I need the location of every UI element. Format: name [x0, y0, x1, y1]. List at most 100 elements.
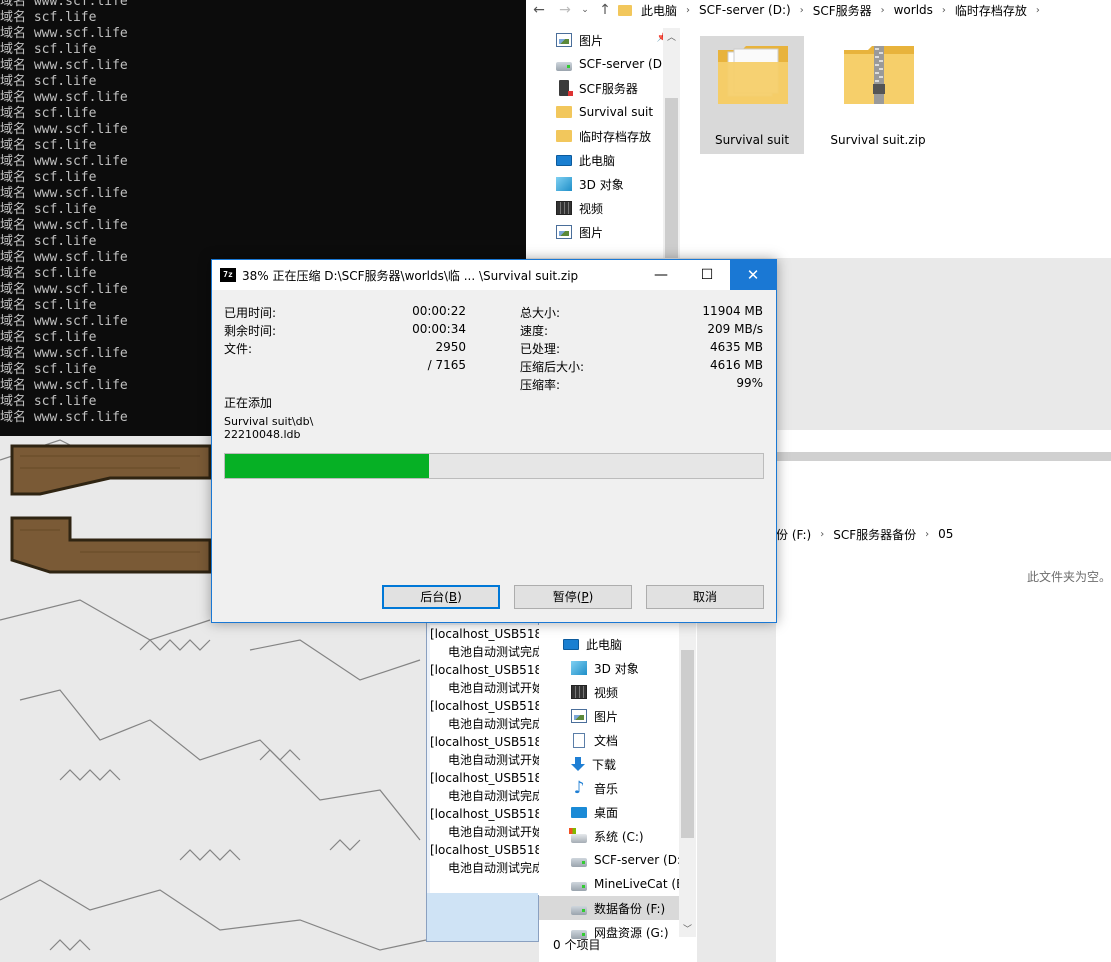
folder-icon — [556, 130, 572, 142]
nav-scrollbar[interactable]: ﹀ — [679, 622, 696, 937]
nav-item[interactable]: MineLiveCat (E — [539, 872, 684, 896]
stat-value: 11904 MB — [702, 304, 763, 318]
recent-locations-icon[interactable]: ⌄ — [578, 5, 592, 15]
console-line: 域名 www.scf.life — [0, 282, 128, 297]
console-line: 域名 www.scf.life — [0, 0, 128, 9]
nav-item[interactable]: Survival suit — [556, 100, 676, 124]
scroll-thumb[interactable] — [665, 98, 678, 258]
breadcrumb-item[interactable]: SCF服务器备份 — [833, 526, 916, 543]
close-button[interactable]: ✕ — [730, 260, 776, 290]
pause-button[interactable]: 暂停(P) — [514, 585, 632, 609]
nav-item[interactable]: SCF-server (D:) — [539, 848, 686, 872]
nav-item[interactable]: 视频 — [556, 196, 676, 220]
stat-label: 总大小: — [520, 306, 561, 320]
nav-item[interactable]: 此电脑 — [548, 148, 676, 172]
breadcrumb[interactable]: 份 (F:) › SCF服务器备份 › 05 — [776, 524, 953, 544]
log-window-footer — [427, 893, 538, 941]
dialog-titlebar[interactable]: 7z 38% 正在压缩 D:\SCF服务器\worlds\临 ... \Surv… — [212, 260, 776, 290]
navigation-pane[interactable]: 图片📌 SCF-server (D:) SCF服务器 Survival suit 临时存… — [556, 28, 676, 244]
desktop-icon — [571, 806, 587, 818]
nav-item[interactable]: 桌面 — [539, 800, 679, 824]
system-drive-icon — [569, 827, 587, 843]
breadcrumb-item[interactable]: 份 (F:) — [776, 526, 811, 543]
stat-value: 4616 MB — [710, 358, 763, 372]
file-explorer-backup[interactable]: 份 (F:) › SCF服务器备份 › 05 此文件夹为空。 — [776, 430, 1111, 962]
scroll-down-icon[interactable]: ﹀ — [679, 922, 696, 935]
progress-bar-fill — [225, 454, 430, 478]
folder-icon — [618, 4, 632, 16]
breadcrumb-item[interactable]: 05 — [938, 527, 953, 541]
nav-item-label: 系统 (C:) — [594, 829, 644, 844]
cancel-button[interactable]: 取消 — [646, 585, 764, 609]
log-line: 电池自动测试开始 — [448, 825, 540, 839]
chevron-right-icon[interactable]: › — [820, 529, 824, 540]
nav-item[interactable]: 图片 — [556, 220, 676, 244]
nav-item[interactable]: 视频 — [539, 680, 679, 704]
maximize-button[interactable]: ☐ — [684, 260, 730, 290]
file-tile[interactable]: Survival suit.zip — [826, 36, 930, 154]
nav-item[interactable]: 图片📌 — [556, 28, 676, 52]
console-line: 域名 www.scf.life — [0, 154, 128, 169]
breadcrumb-item[interactable]: 此电脑 — [641, 2, 677, 19]
downloads-icon — [571, 757, 585, 771]
progress-bar — [224, 453, 764, 479]
nav-item[interactable]: 3D 对象 — [556, 172, 676, 196]
file-explorer-temp-saves[interactable]: ← → ⌄ ↑ 此电脑 › SCF-server (D:) › SCF服务器 › world… — [526, 0, 1111, 258]
minimize-button[interactable]: — — [638, 260, 684, 290]
nav-item[interactable]: SCF服务器 — [556, 76, 676, 100]
nav-item[interactable]: ♪ 音乐 — [539, 776, 679, 800]
log-line: [localhost_USB518 — [430, 843, 540, 857]
nav-item[interactable]: 下载 — [539, 752, 679, 776]
breadcrumb[interactable]: 此电脑 › SCF-server (D:) › SCF服务器 › worlds › 临时存档存放… — [618, 2, 1049, 19]
forward-arrow-icon[interactable]: → — [552, 2, 578, 18]
nav-item[interactable]: 3D 对象 — [539, 656, 679, 680]
breadcrumb-item[interactable]: SCF-server (D:) — [699, 3, 791, 17]
log-window[interactable]: [localhost_USB518 电池自动测试完成 [localhost_USB5… — [426, 622, 540, 942]
background-button[interactable]: 后台(B) — [382, 585, 500, 609]
nav-scrollbar[interactable]: ︿ — [663, 28, 680, 258]
stat-label: 压缩率: — [520, 378, 561, 392]
console-output: 域名 www.scf.life 域名 scf.life 域名 www.scf.lif… — [0, 0, 128, 426]
nav-item-label: SCF服务器 — [579, 81, 638, 96]
nav-item[interactable]: 临时存档存放 — [556, 124, 676, 148]
nav-item[interactable]: SCF-server (D:) — [556, 52, 676, 76]
nav-item[interactable]: 图片 — [539, 704, 679, 728]
breadcrumb-item[interactable]: 临时存档存放 — [955, 2, 1027, 19]
compress-progress-dialog[interactable]: 7z 38% 正在压缩 D:\SCF服务器\worlds\临 ... \Surv… — [211, 259, 777, 623]
chevron-right-icon[interactable]: › — [800, 5, 804, 16]
breadcrumb-item[interactable]: SCF服务器 — [813, 2, 872, 19]
documents-icon — [573, 732, 585, 748]
scroll-up-icon[interactable]: ︿ — [663, 30, 680, 43]
back-arrow-icon[interactable]: ← — [526, 2, 552, 18]
navigation-pane-backup[interactable]: 此电脑 3D 对象视频图片 文档 下载 ♪ 音乐 桌面系统 (C:) SCF-server (… — [539, 622, 697, 962]
chevron-right-icon[interactable]: › — [881, 5, 885, 16]
chevron-right-icon[interactable]: › — [1036, 5, 1040, 16]
log-line: [localhost_USB518 — [430, 735, 540, 749]
window-gap — [776, 452, 1111, 461]
console-line: 域名 www.scf.life — [0, 218, 128, 233]
stat-value: 2950 — [435, 340, 466, 354]
file-tile[interactable]: Survival suit — [700, 36, 804, 154]
console-line: 域名 www.scf.life — [0, 90, 128, 105]
nav-item-label: 此电脑 — [579, 153, 616, 168]
nav-item[interactable]: 文档 — [539, 728, 679, 752]
nav-item[interactable]: 系统 (C:) — [539, 824, 679, 848]
ribbon-area — [776, 461, 1111, 509]
console-line: 域名 scf.life — [0, 170, 97, 185]
nav-item[interactable]: 此电脑 — [539, 632, 679, 656]
ribbon-edge — [776, 430, 1111, 453]
chevron-right-icon[interactable]: › — [925, 529, 929, 540]
chevron-right-icon[interactable]: › — [686, 5, 690, 16]
chevron-right-icon[interactable]: › — [942, 5, 946, 16]
console-line: 域名 www.scf.life — [0, 346, 128, 361]
nav-item[interactable]: 数据备份 (F:) — [539, 896, 679, 920]
nav-item-label: 网盘资源 (G:) — [594, 925, 669, 940]
stat-value: / 7165 — [427, 358, 466, 372]
breadcrumb-item[interactable]: worlds — [894, 3, 933, 17]
scroll-thumb[interactable] — [681, 650, 694, 838]
nav-item-label: 3D 对象 — [579, 177, 624, 192]
nav-item-label: 视频 — [594, 685, 619, 700]
stat-label: 剩余时间: — [224, 324, 277, 338]
up-arrow-icon[interactable]: ↑ — [592, 2, 618, 18]
log-line: 电池自动测试开始 — [448, 681, 540, 695]
